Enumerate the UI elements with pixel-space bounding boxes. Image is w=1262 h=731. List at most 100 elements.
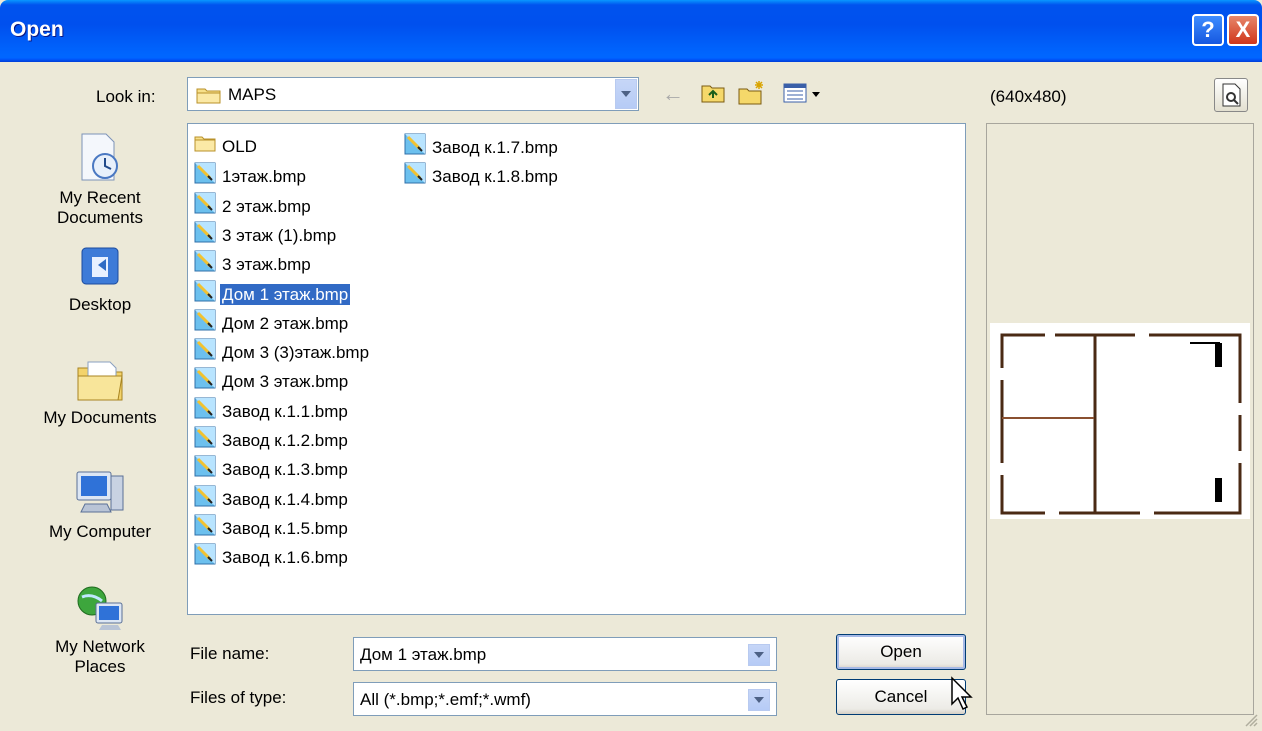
places-my-documents[interactable]: My Documents: [30, 356, 170, 428]
place-label: My Network Places: [55, 637, 145, 676]
my-computer-icon: [76, 471, 124, 513]
file-name-text: Завод к.1.4.bmp: [222, 489, 348, 509]
folder-item[interactable]: OLD: [194, 133, 259, 159]
places-my-recent-documents[interactable]: My Recent Documents: [30, 130, 170, 228]
bitmap-file-icon: [194, 162, 216, 192]
desktop-icon: [81, 247, 119, 285]
up-folder-icon: [701, 85, 725, 103]
bitmap-file-icon: [194, 485, 216, 515]
back-arrow-icon: ←: [662, 81, 684, 106]
bitmap-file-icon: [194, 280, 216, 310]
file-item[interactable]: 3 этаж.bmp: [194, 250, 313, 276]
my-documents-icon: [77, 361, 123, 401]
file-name-text: 1этаж.bmp: [222, 167, 306, 187]
file-item[interactable]: Завод к.1.5.bmp: [194, 514, 350, 540]
bitmap-file-icon: [194, 221, 216, 251]
bitmap-file-icon: [194, 338, 216, 368]
bitmap-file-icon: [194, 367, 216, 397]
file-name-text: Дом 3 этаж.bmp: [222, 372, 349, 392]
file-name-label: File name:: [190, 644, 270, 663]
look-in-dropdown[interactable]: MAPS: [187, 77, 639, 111]
preview-toggle-icon: [1222, 83, 1241, 107]
bitmap-file-icon: [194, 309, 216, 339]
view-menu-icon: [783, 83, 820, 103]
places-my-network-places[interactable]: My Network Places: [30, 583, 170, 677]
bitmap-file-icon: [194, 543, 216, 573]
file-name-text: Завод к.1.2.bmp: [222, 431, 348, 450]
file-name-value[interactable]: Дом 1 этаж.bmp: [360, 645, 486, 665]
files-of-type-label: Files of type:: [190, 688, 287, 707]
place-label: My Documents: [43, 408, 157, 427]
look-in-label: Look in:: [96, 87, 156, 106]
places-my-computer[interactable]: My Computer: [30, 468, 170, 542]
bitmap-file-icon: [194, 250, 216, 280]
file-item[interactable]: Дом 1 этаж.bmp: [194, 280, 351, 306]
preview-size-label: (640x480): [990, 87, 1067, 106]
cancel-button[interactable]: Cancel: [836, 679, 966, 715]
place-label: Desktop: [68, 295, 132, 314]
file-item[interactable]: 3 этаж (1).bmp: [194, 221, 338, 247]
bitmap-file-icon: [404, 133, 426, 163]
preview-toggle-button[interactable]: [1214, 78, 1248, 112]
file-item[interactable]: Дом 2 этаж.bmp: [194, 309, 350, 335]
file-name-text: Дом 2 этаж.bmp: [222, 313, 349, 333]
network-places-icon: [77, 586, 123, 630]
bitmap-file-icon: [404, 162, 426, 192]
file-name-input[interactable]: Дом 1 этаж.bmp: [353, 637, 777, 671]
floor-plan-preview: [998, 331, 1244, 517]
file-item[interactable]: Завод к.1.7.bmp: [404, 133, 560, 159]
help-button[interactable]: ?: [1192, 14, 1224, 46]
file-item[interactable]: Завод к.1.6.bmp: [194, 543, 350, 569]
folder-icon: [196, 86, 222, 109]
file-name-text: Завод к.1.5.bmp: [222, 518, 348, 538]
places-desktop[interactable]: Desktop: [30, 243, 170, 315]
file-name-text: Дом 3 (3)этаж.bmp: [222, 343, 370, 363]
chevron-down-icon[interactable]: [748, 644, 770, 666]
create-new-folder-button[interactable]: [737, 80, 767, 108]
view-menu-button[interactable]: [780, 80, 828, 108]
file-item[interactable]: Дом 3 этаж.bmp: [194, 367, 350, 393]
file-item[interactable]: 2 этаж.bmp: [194, 192, 313, 218]
file-name-text: Дом 1 этаж.bmp: [220, 283, 351, 305]
file-item[interactable]: Завод к.1.1.bmp: [194, 397, 350, 423]
mouse-cursor-icon: [951, 676, 973, 711]
title-bar[interactable]: Open ? X: [0, 0, 1262, 62]
bitmap-file-icon: [194, 514, 216, 544]
file-name-text: 3 этаж.bmp: [222, 255, 311, 275]
file-item[interactable]: Завод к.1.3.bmp: [194, 455, 350, 481]
files-of-type-dropdown[interactable]: All (*.bmp;*.emf;*.wmf): [353, 682, 777, 716]
place-label: My Computer: [48, 522, 152, 541]
open-dialog: Open ? X Look in: MAPS ← (640x480) My Re…: [0, 0, 1262, 731]
file-name-text: OLD: [222, 136, 257, 156]
file-name-text: Завод к.1.7.bmp: [432, 138, 558, 157]
look-in-value: MAPS: [228, 85, 277, 104]
file-item[interactable]: Завод к.1.2.bmp: [194, 426, 350, 452]
chevron-down-icon[interactable]: [748, 689, 770, 711]
file-item[interactable]: 1этаж.bmp: [194, 162, 308, 188]
resize-grip-icon[interactable]: [1244, 713, 1258, 727]
dialog-title: Open: [10, 18, 64, 41]
bitmap-file-icon: [194, 426, 216, 456]
new-folder-icon: [738, 81, 763, 105]
up-one-level-button[interactable]: [700, 80, 728, 108]
file-name-text: Завод к.1.3.bmp: [222, 460, 348, 480]
preview-panel: [986, 123, 1254, 715]
preview-image: [990, 323, 1250, 519]
question-icon: ?: [1201, 17, 1215, 42]
bitmap-file-icon: [194, 397, 216, 427]
file-name-text: Завод к.1.6.bmp: [222, 548, 348, 568]
chevron-down-icon[interactable]: [615, 79, 637, 109]
file-item[interactable]: Завод к.1.8.bmp: [404, 162, 560, 188]
file-name-text: Завод к.1.8.bmp: [432, 167, 558, 187]
file-list[interactable]: OLD 1этаж.bmp 2 этаж.bmp 3 этаж (1).bmp 3 эт…: [187, 123, 966, 615]
back-button[interactable]: ←: [662, 80, 690, 108]
file-item[interactable]: Завод к.1.4.bmp: [194, 485, 350, 511]
open-button[interactable]: Open: [836, 634, 966, 670]
close-button[interactable]: X: [1227, 14, 1259, 46]
bitmap-file-icon: [194, 455, 216, 485]
file-item[interactable]: Дом 3 (3)этаж.bmp: [194, 338, 371, 364]
file-name-text: 3 этаж (1).bmp: [222, 225, 337, 245]
recent-documents-icon: [81, 133, 118, 181]
bitmap-file-icon: [194, 192, 216, 222]
file-name-text: Завод к.1.1.bmp: [222, 401, 348, 421]
